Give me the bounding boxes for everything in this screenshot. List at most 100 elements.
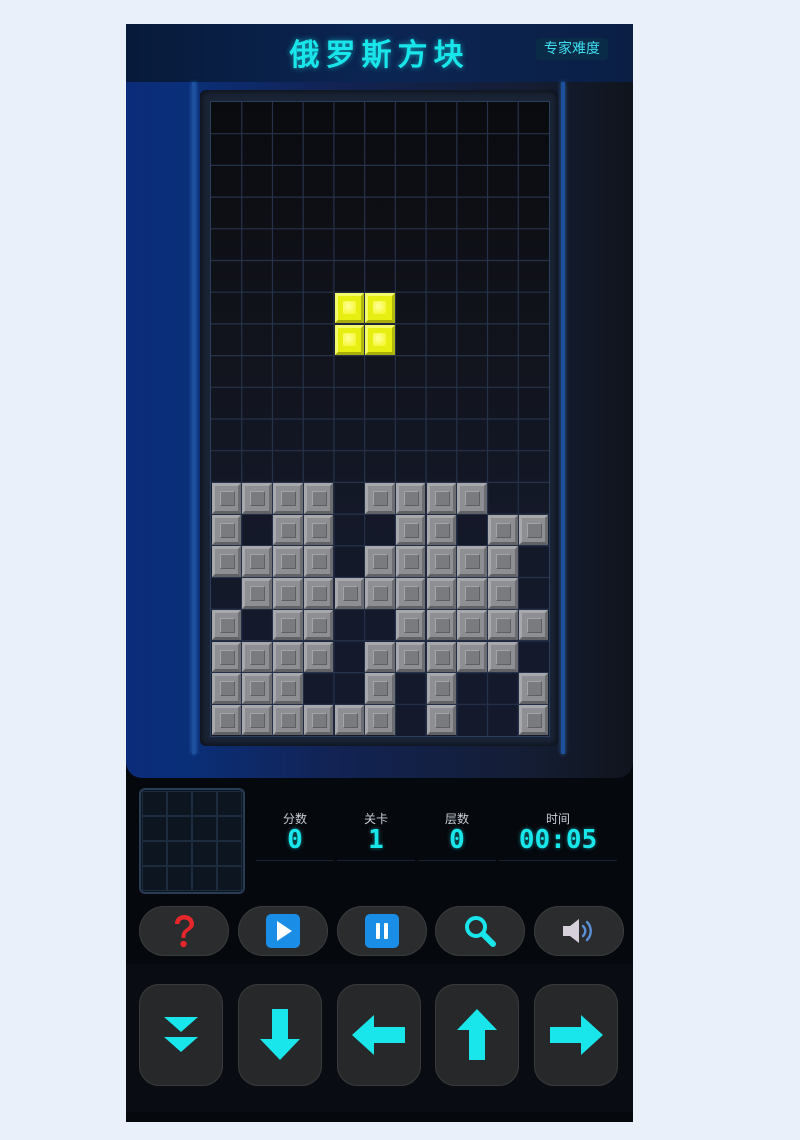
question-mark-icon xyxy=(175,915,194,948)
play-icon xyxy=(266,914,300,948)
preview-grid-cell xyxy=(192,791,217,816)
bottom-panel: 分数 0 关卡 1 层数 0 时间 00:05 xyxy=(126,778,633,1122)
locked-block xyxy=(395,641,426,672)
locked-block xyxy=(303,483,334,514)
locked-block xyxy=(457,578,487,609)
score-label: 分数 xyxy=(282,812,307,826)
locked-block xyxy=(242,641,272,672)
sound-button[interactable] xyxy=(534,906,624,956)
locked-block xyxy=(365,673,395,704)
locked-block xyxy=(273,546,303,577)
locked-block xyxy=(303,641,334,672)
locked-block xyxy=(488,514,518,546)
zoom-button[interactable] xyxy=(435,906,525,956)
preview-grid-cell xyxy=(192,816,217,841)
locked-block xyxy=(518,609,549,641)
down-button[interactable] xyxy=(238,984,322,1086)
locked-block xyxy=(395,483,426,514)
preview-grid-cell xyxy=(192,866,217,891)
locked-block xyxy=(457,641,487,672)
score-stat: 分数 0 xyxy=(256,812,334,861)
pause-button[interactable] xyxy=(337,906,427,956)
locked-block xyxy=(426,483,457,514)
next-piece-block xyxy=(192,841,217,866)
locked-block xyxy=(426,704,457,736)
locked-block xyxy=(334,578,365,609)
start-button[interactable] xyxy=(238,906,328,956)
locked-block xyxy=(365,641,395,672)
arrow-right-icon xyxy=(550,1015,603,1055)
difficulty-badge[interactable]: 专家难度 xyxy=(536,38,608,60)
preview-grid-cell xyxy=(217,791,242,816)
control-bar xyxy=(126,964,633,1112)
locked-block xyxy=(457,609,487,641)
lines-value: 0 xyxy=(449,825,465,855)
locked-block xyxy=(518,704,549,736)
locked-block xyxy=(242,483,272,514)
right-button[interactable] xyxy=(534,984,618,1086)
preview-grid-cell xyxy=(217,841,242,866)
locked-block xyxy=(273,609,303,641)
locked-block xyxy=(303,546,334,577)
locked-block xyxy=(518,673,549,704)
locked-block xyxy=(211,673,242,704)
locked-block xyxy=(488,609,518,641)
locked-block xyxy=(303,578,334,609)
active-piece-block xyxy=(365,324,395,355)
time-value: 00:05 xyxy=(518,825,598,855)
locked-block xyxy=(518,514,549,546)
locked-block xyxy=(426,546,457,577)
locked-block xyxy=(211,483,242,514)
level-label: 关卡 xyxy=(363,812,388,826)
locked-block xyxy=(488,578,518,609)
locked-block xyxy=(273,641,303,672)
locked-block xyxy=(273,514,303,546)
lines-label: 层数 xyxy=(444,812,469,826)
magnifier-icon xyxy=(465,916,496,947)
score-value: 0 xyxy=(287,825,303,855)
locked-block xyxy=(395,578,426,609)
locked-block xyxy=(457,546,487,577)
preview-grid-cell xyxy=(217,866,242,891)
drop-button[interactable] xyxy=(139,984,223,1086)
locked-block xyxy=(273,704,303,736)
locked-block xyxy=(303,609,334,641)
next-piece-block xyxy=(167,841,192,866)
locked-block xyxy=(273,578,303,609)
rotate-button[interactable] xyxy=(435,984,519,1086)
preview-grid-cell xyxy=(142,866,167,891)
preview-grid-cell xyxy=(142,816,167,841)
pause-icon xyxy=(365,914,399,948)
locked-block xyxy=(334,704,365,736)
next-piece-block xyxy=(142,841,167,866)
locked-block xyxy=(488,546,518,577)
locked-block xyxy=(211,641,242,672)
game-board[interactable] xyxy=(210,101,550,737)
cabinet-rail-left xyxy=(192,82,196,754)
locked-block xyxy=(303,514,334,546)
lines-stat: 层数 0 xyxy=(418,812,496,861)
locked-block xyxy=(211,704,242,736)
left-button[interactable] xyxy=(337,984,421,1086)
locked-block xyxy=(365,546,395,577)
locked-block xyxy=(488,641,518,672)
locked-block xyxy=(211,609,242,641)
active-piece-block xyxy=(365,292,395,324)
arrow-up-icon xyxy=(457,1009,497,1060)
preview-grid-cell xyxy=(142,791,167,816)
locked-block xyxy=(457,483,487,514)
locked-block xyxy=(395,609,426,641)
arrow-left-icon xyxy=(352,1015,405,1055)
locked-block xyxy=(365,578,395,609)
cabinet-rail-right xyxy=(561,82,565,754)
level-value: 1 xyxy=(368,825,384,855)
locked-block xyxy=(426,609,457,641)
preview-grid-cell xyxy=(167,866,192,891)
help-button[interactable] xyxy=(139,906,229,956)
locked-block xyxy=(211,546,242,577)
locked-block xyxy=(365,704,395,736)
locked-block xyxy=(242,546,272,577)
locked-block xyxy=(426,641,457,672)
preview-grid-cell xyxy=(217,816,242,841)
level-stat: 关卡 1 xyxy=(337,812,415,861)
